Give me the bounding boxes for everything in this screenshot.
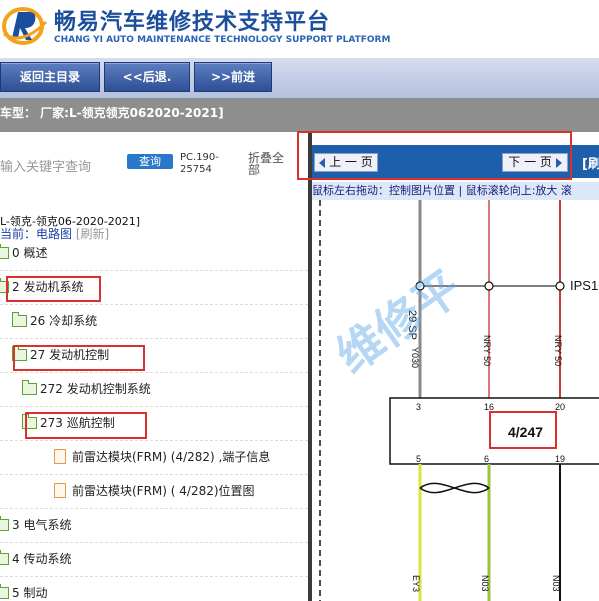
right-panel: 上 一 页 下 一 页 [刷 鼠标左右拖动：控制图片位置 | 鼠标滚轮向上:放大…: [312, 132, 599, 601]
wire-label-nry-2: NRY 50: [553, 335, 563, 366]
document-icon: [54, 483, 66, 498]
folder-icon: [22, 380, 37, 395]
tree-item-label: 4 传动系统: [12, 552, 72, 566]
tree-item[interactable]: 272 发动机控制系统: [0, 372, 308, 407]
tree-item[interactable]: 5 制动: [0, 576, 308, 601]
wire-label-y030: Y030: [410, 347, 420, 368]
tree-item[interactable]: 4 传动系统: [0, 542, 308, 577]
tree-item[interactable]: 0 概述: [0, 236, 308, 271]
highlight-box-cruise-control: [25, 412, 147, 439]
refresh-button[interactable]: [刷: [582, 153, 599, 172]
pin-5: 5: [416, 454, 421, 464]
node-label: IPS1: [570, 278, 598, 293]
collapse-all-link[interactable]: 折叠全部: [248, 152, 288, 176]
search-button[interactable]: 查询: [127, 154, 173, 169]
tree-item[interactable]: 26 冷却系统: [0, 304, 308, 339]
vehicle-model-bar: 车型： 厂家:L-领克领克062020-2021]: [0, 98, 599, 132]
folder-icon: [0, 516, 9, 531]
wiring-diagram[interactable]: 29 SP Y030 NRY 50 NRY 50 IPS1 3 16 20 4/…: [312, 200, 599, 601]
connector-id: 4/247: [508, 424, 543, 440]
pin-6: 6: [484, 454, 489, 464]
document-icon: [54, 449, 66, 464]
tree-item[interactable]: 3 电气系统: [0, 508, 308, 543]
pin-20: 20: [555, 402, 565, 412]
pc-code: PC.190-25754: [180, 152, 219, 175]
tree-item-label: 26 冷却系统: [30, 314, 98, 328]
forward-button[interactable]: >>前进: [194, 62, 272, 92]
wire-label-ey3: EY3: [411, 575, 421, 592]
watermark: 维修平: [327, 260, 471, 383]
tree-item-label: 272 发动机控制系统: [40, 382, 151, 396]
pin-3: 3: [416, 402, 421, 412]
app-subtitle: CHANG YI AUTO MAINTENANCE TECHNOLOGY SUP…: [54, 35, 391, 45]
highlight-box-pager: [297, 131, 572, 180]
tree-item-label: 前雷达模块(FRM) ( 4/282)位置图: [72, 484, 255, 498]
highlight-box-engine-system: [6, 276, 101, 302]
wire-label-n03-2: N03: [551, 575, 561, 592]
wire-label-n03-1: N03: [480, 575, 490, 592]
folder-icon: [0, 244, 9, 259]
search-input[interactable]: 输入关键字查询: [0, 156, 91, 175]
nav-bar: 返回主目录 <<后退. >>前进: [0, 58, 599, 98]
logo-icon: [2, 7, 48, 45]
pin-19: 19: [555, 454, 565, 464]
highlight-box-engine-control: [13, 345, 145, 371]
vehicle-model-text: 车型： 厂家:L-领克领克062020-2021]: [0, 106, 224, 120]
folder-icon: [0, 550, 9, 565]
folder-icon: [12, 312, 27, 327]
usage-hint: 鼠标左右拖动：控制图片位置 | 鼠标滚轮向上:放大 滚: [312, 182, 599, 200]
tree-item-label: 3 电气系统: [12, 518, 72, 532]
header: 畅易汽车维修技术支持平台 CHANG YI AUTO MAINTENANCE T…: [0, 0, 599, 58]
tree-item-label: 0 概述: [12, 246, 48, 260]
tree-item[interactable]: 前雷达模块(FRM) (4/282) ,端子信息: [0, 440, 308, 475]
back-button[interactable]: <<后退.: [104, 62, 190, 92]
tree-item[interactable]: 前雷达模块(FRM) ( 4/282)位置图: [0, 474, 308, 509]
app-title: 畅易汽车维修技术支持平台: [54, 10, 331, 35]
folder-icon: [0, 584, 9, 599]
wire-label-nry-1: NRY 50: [482, 335, 492, 366]
pin-16: 16: [484, 402, 494, 412]
tree-item-label: 前雷达模块(FRM) (4/282) ,端子信息: [72, 450, 271, 464]
home-button[interactable]: 返回主目录: [0, 62, 100, 92]
tree-item-label: 5 制动: [12, 586, 48, 600]
left-panel: 输入关键字查询 查询 PC.190-25754 折叠全部 L-领克-领克06-2…: [0, 132, 308, 601]
